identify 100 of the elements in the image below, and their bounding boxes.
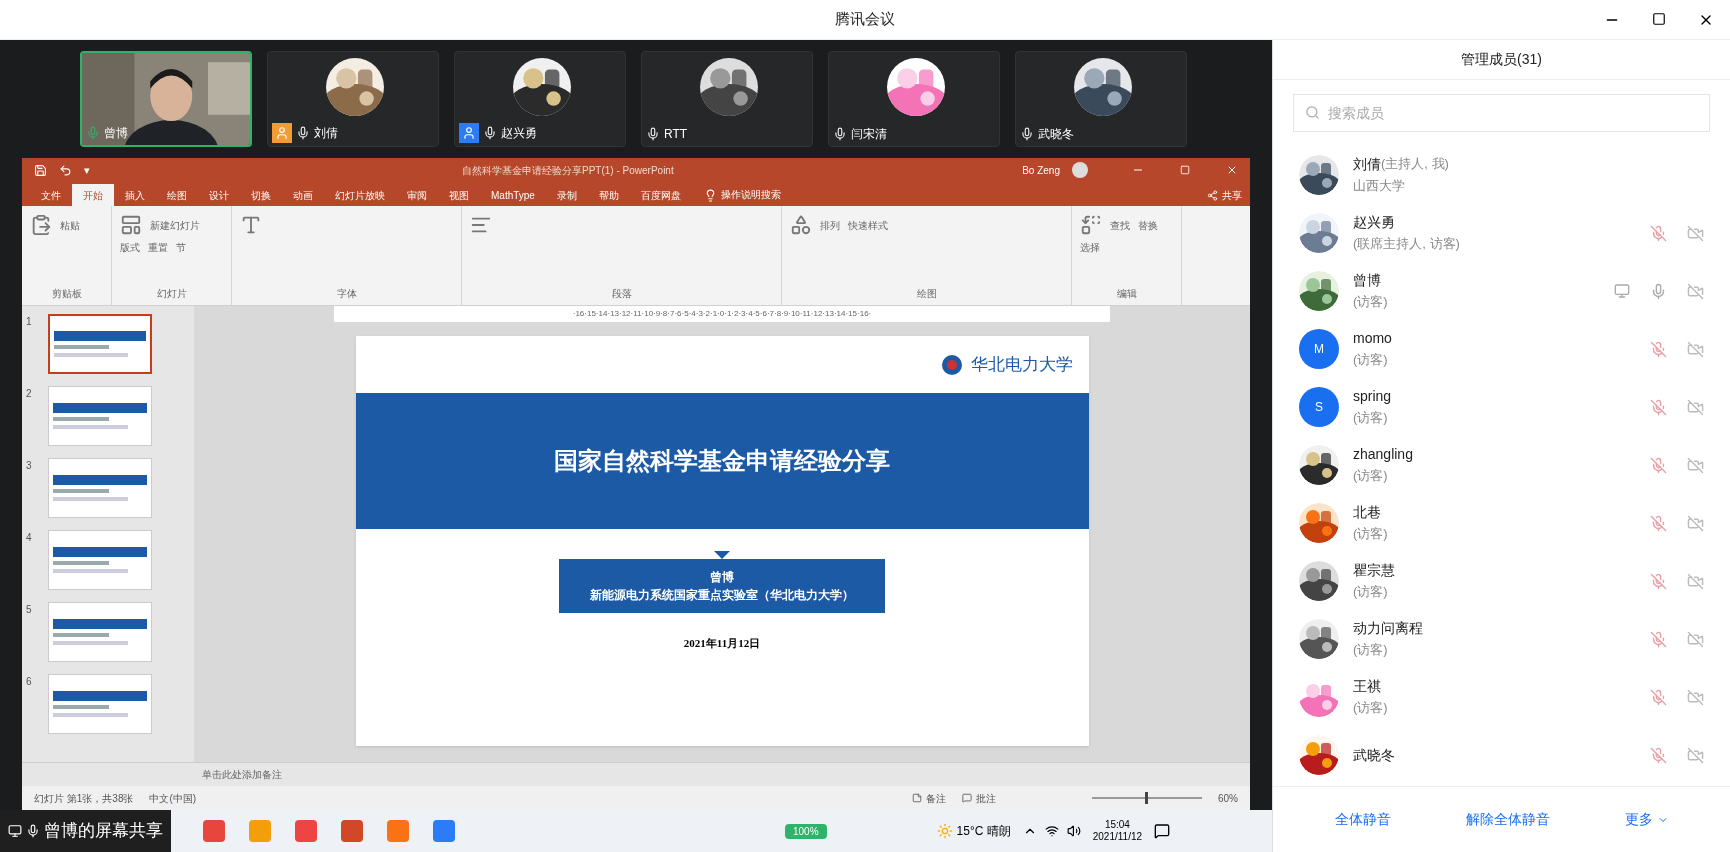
ribbon-button[interactable]: 版式	[120, 240, 140, 255]
group-label: 段落	[610, 287, 633, 301]
quick-access-menu[interactable]: ▾	[84, 161, 90, 179]
member-name: momo	[1353, 329, 1392, 348]
camera-off-icon[interactable]	[1687, 282, 1704, 300]
document-title: 自然科学基金申请经验分享PPT(1) - PowerPoint	[462, 163, 674, 178]
member-subtitle: (访客)	[1353, 467, 1389, 485]
battery-indicator: 100%	[785, 823, 827, 839]
member-name: 刘倩	[1353, 155, 1381, 174]
ribbon-tool-icon[interactable]	[120, 214, 142, 236]
save-icon[interactable]	[34, 163, 47, 177]
video-tile[interactable]: RTT	[641, 51, 813, 147]
member-subtitle: (访客)	[1353, 699, 1388, 717]
member-name: 曾博	[1353, 271, 1381, 290]
ribbon-button[interactable]: 排列	[820, 217, 840, 233]
zoom-thumb[interactable]	[1145, 792, 1149, 804]
member-action-button[interactable]: 解除全体静音	[1449, 805, 1566, 834]
app-icon[interactable]	[387, 820, 409, 842]
ribbon-button[interactable]: 选择	[1080, 240, 1100, 255]
member-name: 赵兴勇	[1353, 213, 1395, 232]
ribbon-tab[interactable]: 插入	[114, 184, 156, 206]
muted-microphone-icon[interactable]	[1650, 630, 1667, 648]
video-tile[interactable]: 赵兴勇	[454, 51, 626, 147]
ribbon-button[interactable]: 重置	[148, 240, 168, 255]
video-tile[interactable]: 闫宋清	[828, 51, 1000, 147]
ribbon-tool-icon[interactable]	[240, 214, 262, 236]
wifi-icon[interactable]	[1044, 824, 1059, 838]
ribbon-tab[interactable]: 审阅	[396, 184, 438, 206]
ribbon-tab[interactable]: 录制	[545, 184, 588, 206]
ribbon-tab[interactable]: 百度网盘	[629, 184, 692, 206]
screen-share-icon[interactable]	[1614, 283, 1630, 299]
volume-icon[interactable]	[1066, 824, 1081, 838]
muted-microphone-icon[interactable]	[1650, 688, 1667, 706]
ribbon-button[interactable]: 新建幻灯片	[150, 217, 200, 233]
member-action-button[interactable]: 全体静音	[1318, 805, 1407, 834]
camera-off-icon[interactable]	[1687, 746, 1704, 764]
muted-microphone-icon[interactable]	[1650, 514, 1667, 532]
camera-off-icon[interactable]	[1687, 514, 1704, 532]
comments-button[interactable]: 批注	[962, 790, 996, 806]
ribbon-tool-icon[interactable]	[1080, 214, 1102, 236]
ribbon-tool-icon[interactable]	[790, 214, 812, 236]
muted-microphone-icon[interactable]	[1650, 398, 1667, 416]
camera-off-icon[interactable]	[1687, 398, 1704, 416]
search-app-icon[interactable]	[249, 820, 271, 842]
ribbon-button[interactable]: 查找	[1110, 217, 1130, 233]
undo-icon[interactable]	[59, 163, 72, 177]
ribbon-tab[interactable]: 绘图	[156, 184, 198, 206]
member-subtitle: (访客)	[1353, 583, 1389, 601]
member-name: spring	[1353, 387, 1392, 406]
member-subtitle: (访客)	[1353, 641, 1389, 659]
notes-button[interactable]: 备注	[912, 790, 946, 806]
app-icon[interactable]	[295, 820, 317, 842]
slide-thumbnail[interactable]	[48, 314, 152, 374]
ribbon-tab[interactable]: MathType	[480, 184, 546, 206]
camera-off-icon[interactable]	[1687, 340, 1704, 358]
ribbon-tab[interactable]: 切换	[240, 184, 282, 206]
muted-microphone-icon[interactable]	[1650, 340, 1667, 358]
search-field[interactable]: 搜索成员	[1293, 94, 1710, 132]
ribbon-tab[interactable]: 帮助	[587, 184, 630, 206]
camera-off-icon[interactable]	[1687, 630, 1704, 648]
slide-number: 6	[26, 675, 33, 689]
language-label: 中文(中国)	[149, 791, 197, 806]
camera-off-icon[interactable]	[1687, 224, 1704, 242]
camera-off-icon[interactable]	[1687, 456, 1704, 474]
ribbon-tab[interactable]: 动画	[282, 184, 324, 206]
zoom-slider[interactable]	[1092, 792, 1202, 804]
video-tile[interactable]: 刘倩	[267, 51, 439, 147]
muted-microphone-icon[interactable]	[1650, 224, 1667, 242]
ribbon-button[interactable]: 快速样式	[848, 217, 888, 233]
ribbon-tab[interactable]: 开始	[72, 184, 114, 206]
ribbon-tab[interactable]: 文件	[30, 184, 72, 206]
notification-icon[interactable]	[1154, 823, 1171, 839]
note-icon	[912, 793, 922, 803]
microphone-icon[interactable]	[1650, 282, 1667, 300]
ribbon-button[interactable]: 节	[176, 240, 186, 255]
ribbon-tab[interactable]: 视图	[438, 184, 480, 206]
ribbon-button[interactable]: 粘贴	[60, 217, 80, 233]
slide-number: 1	[26, 315, 33, 329]
ribbon-tab[interactable]: 设计	[198, 184, 240, 206]
maximize-icon[interactable]	[1652, 12, 1666, 26]
member-name: 动力问离程	[1353, 619, 1423, 638]
screen-icon	[8, 824, 22, 838]
notes-placeholder[interactable]: 单击此处添加备注	[202, 767, 282, 782]
participant-name: RTT	[664, 126, 688, 143]
camera-off-icon[interactable]	[1687, 688, 1704, 706]
member-action-button[interactable]: 更多	[1608, 805, 1685, 834]
muted-microphone-icon[interactable]	[1650, 456, 1667, 474]
presentation-app-icon[interactable]	[341, 820, 363, 842]
camera-off-icon[interactable]	[1687, 572, 1704, 590]
cloud-app-icon[interactable]	[433, 820, 455, 842]
video-tile[interactable]: 曾博	[80, 51, 252, 147]
tell-me-field[interactable]: 操作说明搜索	[720, 187, 781, 202]
ribbon-button[interactable]: 替换	[1138, 217, 1158, 233]
muted-microphone-icon[interactable]	[1650, 572, 1667, 590]
muted-microphone-icon[interactable]	[1650, 746, 1667, 764]
ribbon-tool-icon[interactable]	[30, 214, 52, 236]
share-button[interactable]: 共享	[1207, 188, 1242, 203]
browser-icon[interactable]	[203, 820, 225, 842]
ribbon-tab[interactable]: 幻灯片放映	[324, 184, 396, 206]
video-tile[interactable]: 武晓冬	[1015, 51, 1187, 147]
